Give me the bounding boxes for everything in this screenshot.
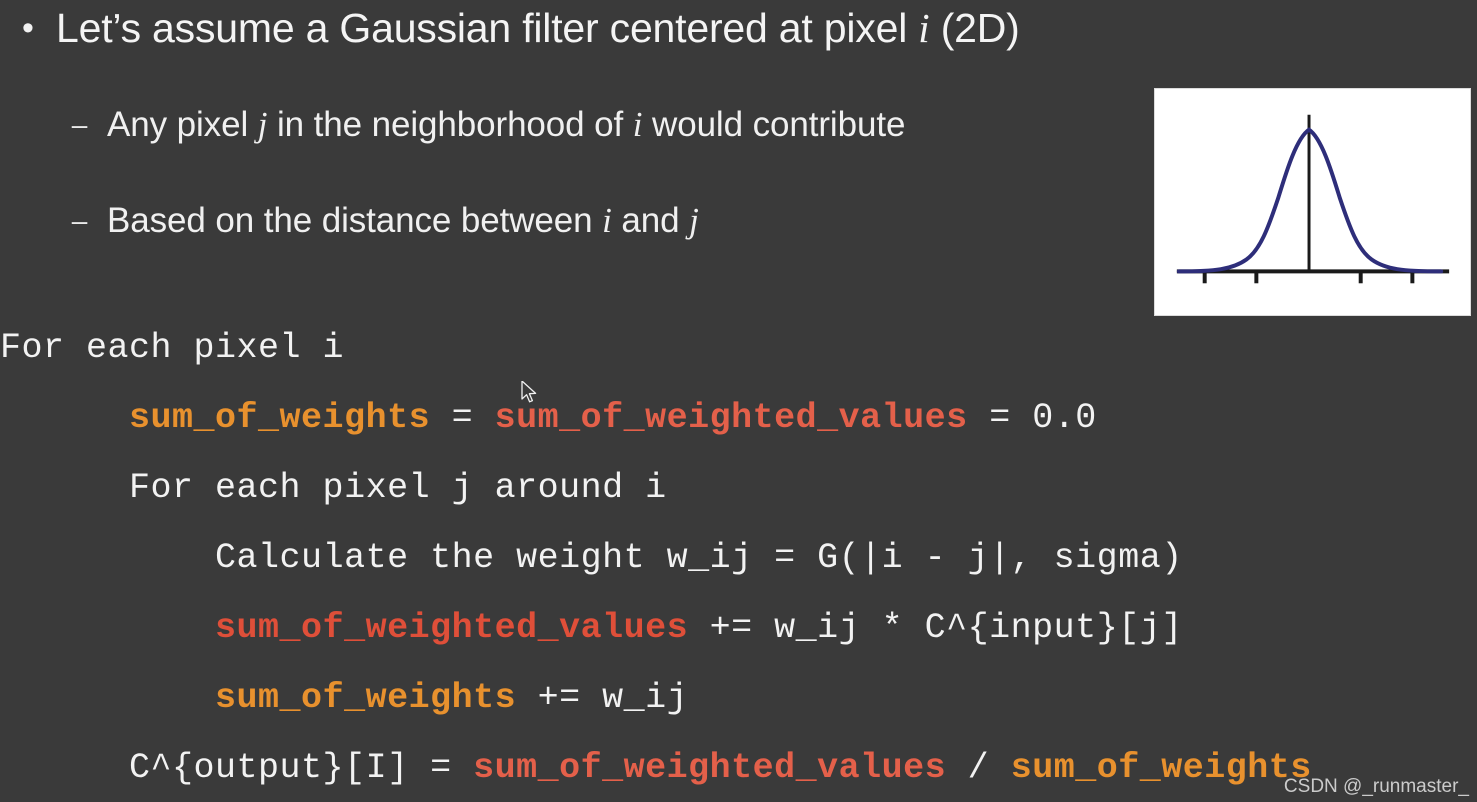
code-token: Calculate the weight w_ij = G(|i - j|, s… — [215, 538, 1183, 578]
bullet-dash-icon: – — [71, 109, 88, 140]
code-token: += w_ij * C^{input}[j] — [688, 608, 1183, 648]
code-token: += w_ij — [516, 678, 689, 718]
sub2-var-i: i — [602, 201, 612, 240]
bullet-title: • Let’s assume a Gaussian filter centere… — [0, 0, 1200, 56]
code-token: sum_of_weighted_values — [473, 748, 947, 788]
bullet-sub-2: – Based on the distance between i and j — [52, 194, 1182, 248]
bullet-sub-1: – Any pixel j in the neighborhood of i w… — [52, 98, 1182, 152]
bullet-title-var: i — [918, 5, 930, 51]
csdn-watermark: CSDN @_runmaster_ — [1283, 776, 1469, 797]
bullet-dash-icon: – — [71, 205, 88, 236]
gaussian-curve-thumbnail — [1154, 88, 1471, 316]
figure-background — [1155, 89, 1470, 315]
bullet-title-post: (2D) — [929, 5, 1020, 51]
code-token: = — [430, 398, 495, 438]
pseudocode-line: sum_of_weighted_values += w_ij * C^{inpu… — [0, 593, 1477, 663]
sub2-mid: and — [611, 201, 690, 240]
bullet-dot-icon: • — [22, 9, 34, 47]
sub1-mid: in the neighborhood of — [267, 105, 633, 144]
pseudocode-block: For each pixel i sum_of_weights = sum_of… — [0, 313, 1477, 802]
code-token: sum_of_weighted_values — [494, 398, 968, 438]
code-token: / — [946, 748, 1011, 788]
code-token: For each pixel i — [0, 328, 345, 368]
slide-canvas: • Let’s assume a Gaussian filter centere… — [0, 0, 1477, 802]
sub2-var-j: j — [689, 201, 699, 240]
code-token: For each pixel j around i — [129, 468, 667, 508]
pseudocode-line: C^{output}[I] = sum_of_weighted_values /… — [0, 733, 1477, 802]
sub2-pre: Based on the distance between — [107, 201, 603, 240]
pseudocode-line: For each pixel j around i — [0, 453, 1477, 523]
code-token: sum_of_weights — [129, 398, 431, 438]
pseudocode-line: sum_of_weights = sum_of_weighted_values … — [0, 383, 1477, 453]
pseudocode-line: Calculate the weight w_ij = G(|i - j|, s… — [0, 523, 1477, 593]
bullet-title-pre: Let’s assume a Gaussian filter centered … — [56, 5, 919, 51]
bullet-sub-1-text: Any pixel j in the neighborhood of i wou… — [107, 98, 905, 152]
code-token: sum_of_weights — [1010, 748, 1312, 788]
pseudocode-line: sum_of_weights += w_ij — [0, 663, 1477, 733]
code-token: C^{output}[I] = — [129, 748, 474, 788]
sub1-pre: Any pixel — [107, 105, 258, 144]
code-token: sum_of_weights — [215, 678, 517, 718]
sub1-var-i: i — [632, 105, 643, 144]
code-token: sum_of_weighted_values — [215, 608, 689, 648]
gaussian-curve-svg — [1155, 89, 1470, 315]
code-token: = 0.0 — [967, 398, 1097, 438]
bullet-title-text: Let’s assume a Gaussian filter centered … — [56, 0, 1020, 56]
pseudocode-line: For each pixel i — [0, 313, 1477, 383]
sub1-post: would contribute — [642, 105, 906, 144]
bullet-sub-2-text: Based on the distance between i and j — [107, 194, 699, 248]
sub1-var-j: j — [257, 105, 268, 144]
